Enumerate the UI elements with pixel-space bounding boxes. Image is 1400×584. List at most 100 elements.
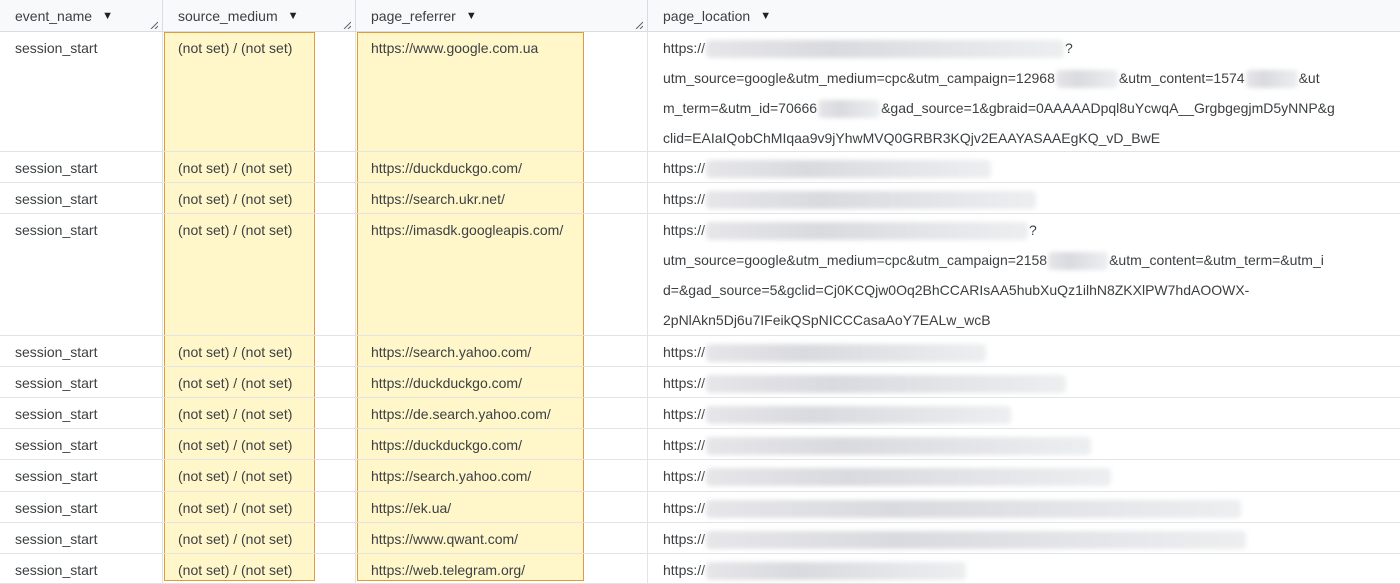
cell-page-referrer[interactable]: https://de.search.yahoo.com/ bbox=[356, 398, 648, 428]
cell-event-name[interactable]: session_start bbox=[0, 523, 163, 553]
cell-event-name[interactable]: session_start bbox=[0, 367, 163, 397]
cell-page-referrer[interactable]: https://search.yahoo.com/ bbox=[356, 336, 648, 366]
cell-source-medium[interactable]: (not set) / (not set) bbox=[163, 460, 356, 491]
cell-page-referrer[interactable]: https://ek.ua/ bbox=[356, 492, 648, 522]
cell-text: session_start bbox=[15, 468, 98, 484]
cell-event-name[interactable]: session_start bbox=[0, 460, 163, 491]
cell-source-medium[interactable]: (not set) / (not set) bbox=[163, 523, 356, 553]
table-row[interactable]: session_start (not set) / (not set) https:… bbox=[0, 398, 1400, 429]
cell-source-medium[interactable]: (not set) / (not set) bbox=[163, 183, 356, 213]
cell-event-name[interactable]: session_start bbox=[0, 336, 163, 366]
cell-source-medium[interactable]: (not set) / (not set) bbox=[163, 336, 356, 366]
page-location-line: https://? bbox=[663, 38, 1400, 68]
table-row[interactable]: session_start (not set) / (not set) https:… bbox=[0, 367, 1400, 398]
cell-text: session_start bbox=[15, 40, 98, 56]
table-row[interactable]: session_start (not set) / (not set) https:… bbox=[0, 460, 1400, 492]
cell-page-location[interactable]: https:// bbox=[648, 492, 1400, 522]
table-row[interactable]: session_start (not set) / (not set) https:… bbox=[0, 183, 1400, 214]
cell-text: session_start bbox=[15, 375, 98, 391]
table-row[interactable]: session_start (not set) / (not set) https:… bbox=[0, 214, 1400, 336]
cell-text: session_start bbox=[15, 562, 98, 578]
page-location-line: d=&gad_source=5&gclid=Cj0KCQjw0Oq2BhCCAR… bbox=[663, 282, 1250, 298]
table-row[interactable]: session_start (not set) / (not set) https:… bbox=[0, 429, 1400, 460]
table-row[interactable]: session_start (not set) / (not set) https:… bbox=[0, 32, 1400, 152]
page-location-line: https:// bbox=[663, 435, 1400, 459]
cell-text: session_start bbox=[15, 406, 98, 422]
cell-source-medium[interactable]: (not set) / (not set) bbox=[163, 398, 356, 428]
cell-text: (not set) / (not set) bbox=[178, 500, 293, 516]
page-location-line: https:// bbox=[663, 373, 1400, 397]
cell-page-referrer[interactable]: https://search.ukr.net/ bbox=[356, 183, 648, 213]
table-row[interactable]: session_start (not set) / (not set) https:… bbox=[0, 152, 1400, 183]
cell-text: https://duckduckgo.com/ bbox=[371, 437, 522, 453]
table-row[interactable]: session_start (not set) / (not set) https:… bbox=[0, 523, 1400, 554]
cell-page-location[interactable]: https:// bbox=[648, 183, 1400, 213]
redacted-blur bbox=[1245, 70, 1298, 89]
cell-source-medium[interactable]: (not set) / (not set) bbox=[163, 492, 356, 522]
cell-source-medium[interactable]: (not set) / (not set) bbox=[163, 32, 356, 151]
cell-text: (not set) / (not set) bbox=[178, 375, 293, 391]
page-location-line: clid=EAIaIQobChMIqaa9v9jYhwMVQ0GRBR3KQjv… bbox=[663, 130, 1161, 146]
cell-source-medium[interactable]: (not set) / (not set) bbox=[163, 152, 356, 182]
cell-event-name[interactable]: session_start bbox=[0, 398, 163, 428]
cell-page-referrer[interactable]: https://web.telegram.org/ bbox=[356, 554, 648, 583]
redacted-blur bbox=[706, 562, 967, 581]
page-location-line: https:// bbox=[663, 560, 1400, 583]
cell-text: (not set) / (not set) bbox=[178, 406, 293, 422]
cell-page-referrer[interactable]: https://imasdk.googleapis.com/ bbox=[356, 214, 648, 335]
page-location-line: utm_source=google&utm_medium=cpc&utm_cam… bbox=[663, 68, 1400, 98]
cell-event-name[interactable]: session_start bbox=[0, 214, 163, 335]
redacted-blur bbox=[818, 100, 881, 119]
table-row[interactable]: session_start (not set) / (not set) https:… bbox=[0, 554, 1400, 584]
cell-page-location[interactable]: https://? utm_source=google&utm_medium=cp… bbox=[648, 214, 1400, 335]
cell-page-location[interactable]: https:// bbox=[648, 398, 1400, 428]
cell-page-location[interactable]: https://? utm_source=google&utm_medium=cp… bbox=[648, 32, 1400, 151]
cell-event-name[interactable]: session_start bbox=[0, 554, 163, 583]
cell-text: (not set) / (not set) bbox=[178, 191, 293, 207]
cell-page-referrer[interactable]: https://duckduckgo.com/ bbox=[356, 152, 648, 182]
page-location-line: https:// bbox=[663, 189, 1400, 213]
cell-text: (not set) / (not set) bbox=[178, 40, 293, 56]
cell-page-location[interactable]: https:// bbox=[648, 152, 1400, 182]
cell-event-name[interactable]: session_start bbox=[0, 32, 163, 151]
cell-event-name[interactable]: session_start bbox=[0, 492, 163, 522]
cell-page-location[interactable]: https:// bbox=[648, 523, 1400, 553]
cell-page-referrer[interactable]: https://search.yahoo.com/ bbox=[356, 460, 648, 491]
cell-text: https://de.search.yahoo.com/ bbox=[371, 406, 551, 422]
page-location-line: https:// bbox=[663, 342, 1400, 366]
cell-text: https://duckduckgo.com/ bbox=[371, 375, 522, 391]
cell-source-medium[interactable]: (not set) / (not set) bbox=[163, 554, 356, 583]
cell-text: https://search.yahoo.com/ bbox=[371, 344, 532, 360]
cell-event-name[interactable]: session_start bbox=[0, 152, 163, 182]
cell-text: https://www.qwant.com/ bbox=[371, 531, 519, 547]
cell-page-location[interactable]: https:// bbox=[648, 460, 1400, 491]
cell-source-medium[interactable]: (not set) / (not set) bbox=[163, 429, 356, 459]
cell-page-location[interactable]: https:// bbox=[648, 554, 1400, 583]
cell-page-location[interactable]: https:// bbox=[648, 336, 1400, 366]
page-location-line: utm_source=google&utm_medium=cpc&utm_cam… bbox=[663, 250, 1400, 280]
cell-text: session_start bbox=[15, 531, 98, 547]
page-location-line: https:// bbox=[663, 404, 1400, 428]
cell-page-location[interactable]: https:// bbox=[648, 367, 1400, 397]
cell-page-referrer[interactable]: https://www.google.com.ua bbox=[356, 32, 648, 151]
table-row[interactable]: session_start (not set) / (not set) https:… bbox=[0, 336, 1400, 367]
cell-text: (not set) / (not set) bbox=[178, 531, 293, 547]
cell-event-name[interactable]: session_start bbox=[0, 429, 163, 459]
cell-text: session_start bbox=[15, 344, 98, 360]
redacted-blur bbox=[706, 191, 1037, 210]
cell-page-referrer[interactable]: https://duckduckgo.com/ bbox=[356, 429, 648, 459]
cell-text: https://imasdk.googleapis.com/ bbox=[371, 222, 564, 238]
cell-text: https://search.ukr.net/ bbox=[371, 191, 505, 207]
table-row[interactable]: session_start (not set) / (not set) https:… bbox=[0, 492, 1400, 523]
cell-page-location[interactable]: https:// bbox=[648, 429, 1400, 459]
redacted-blur bbox=[1055, 70, 1118, 89]
cell-source-medium[interactable]: (not set) / (not set) bbox=[163, 367, 356, 397]
page-location-line: m_term=&utm_id=70666 &gad_source=1&gbraid… bbox=[663, 98, 1400, 128]
cell-text: (not set) / (not set) bbox=[178, 344, 293, 360]
cell-event-name[interactable]: session_start bbox=[0, 183, 163, 213]
cell-page-referrer[interactable]: https://duckduckgo.com/ bbox=[356, 367, 648, 397]
cell-source-medium[interactable]: (not set) / (not set) bbox=[163, 214, 356, 335]
cell-text: https://www.google.com.ua bbox=[371, 40, 539, 56]
cell-page-referrer[interactable]: https://www.qwant.com/ bbox=[356, 523, 648, 553]
table-body: session_start (not set) / (not set) https:… bbox=[0, 0, 1400, 584]
